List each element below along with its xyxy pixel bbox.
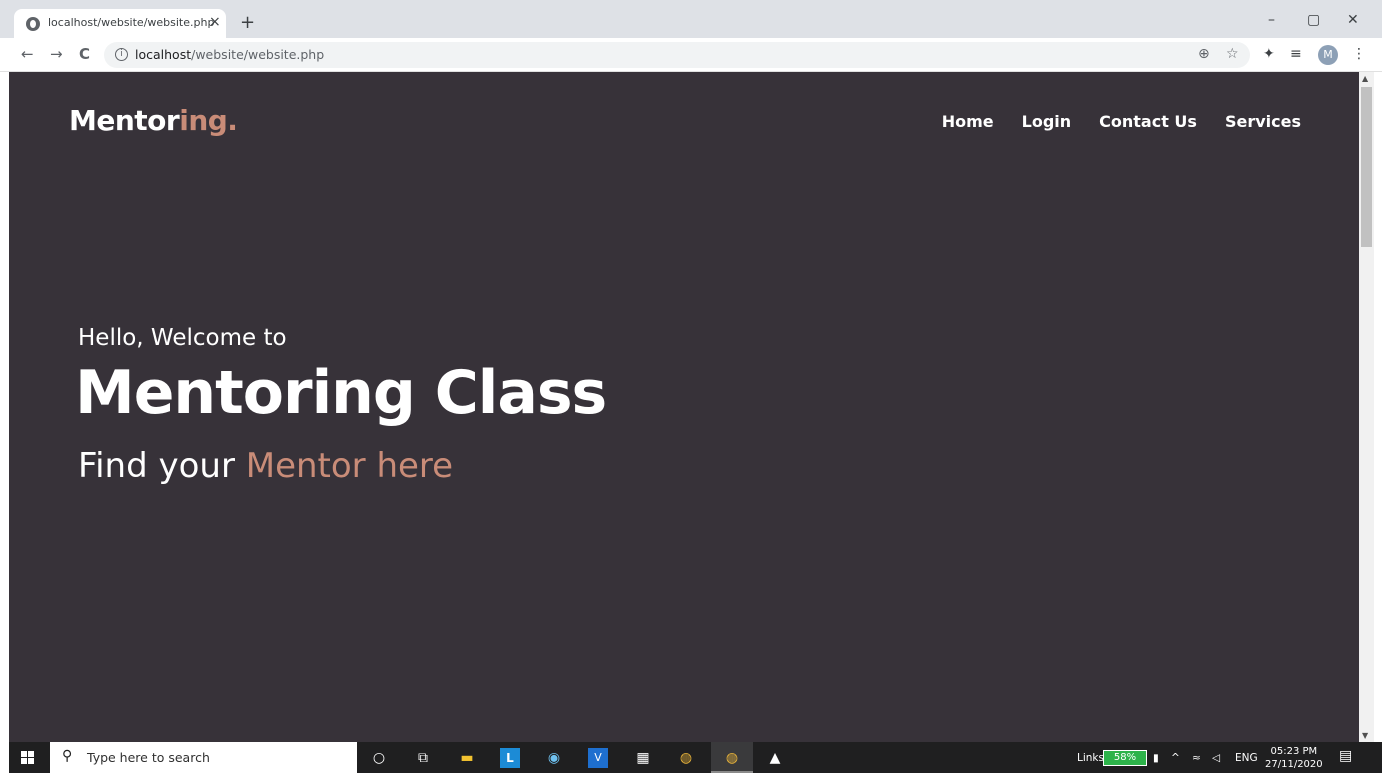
task-view-icon[interactable]: ⧉ xyxy=(413,748,433,768)
power-icon[interactable]: ▮ xyxy=(1153,752,1159,764)
back-button[interactable]: ← xyxy=(21,45,34,63)
cortana-icon[interactable]: ○ xyxy=(369,748,389,768)
scroll-up-arrow[interactable]: ▲ xyxy=(1362,74,1368,83)
hero-subtitle: Hello, Welcome to xyxy=(78,325,287,351)
new-tab-button[interactable]: + xyxy=(240,12,255,33)
calculator-icon[interactable]: ▦ xyxy=(633,748,653,768)
tab-close-button[interactable]: × xyxy=(209,14,221,30)
vs-code-icon[interactable]: V xyxy=(588,748,608,768)
info-icon[interactable]: i xyxy=(115,48,128,61)
taskbar: ⚲ Type here to search ○ ⧉ ▬ L ◉ V ▦ ◍ ◍ … xyxy=(9,742,1382,773)
search-placeholder: Type here to search xyxy=(87,750,210,765)
notification-icon[interactable]: ▤ xyxy=(1339,748,1352,764)
forward-button[interactable]: → xyxy=(50,45,63,63)
browser-chrome: localhost/website/website.php × + – ▢ ✕ … xyxy=(0,0,1382,72)
scroll-down-arrow[interactable]: ▼ xyxy=(1362,731,1368,740)
chrome-active-icon[interactable]: ◍ xyxy=(722,748,742,768)
windows-start-icon[interactable] xyxy=(21,751,35,765)
reload-button[interactable]: C xyxy=(79,45,90,63)
extensions-icon[interactable]: ✦ xyxy=(1263,46,1275,62)
chrome-icon[interactable]: ◍ xyxy=(676,748,696,768)
url-text[interactable]: localhost/website/website.php xyxy=(135,47,324,62)
profile-avatar[interactable]: M xyxy=(1318,45,1338,65)
tray-chevron-icon[interactable]: ^ xyxy=(1171,752,1180,764)
close-window-button[interactable]: ✕ xyxy=(1347,12,1359,28)
volume-icon[interactable]: ◁ xyxy=(1212,752,1220,764)
links-label[interactable]: Links xyxy=(1077,752,1104,764)
clock-date: 27/11/2020 xyxy=(1265,759,1323,770)
menu-icon[interactable]: ⋮ xyxy=(1352,46,1366,62)
zoom-icon[interactable]: ⊕ xyxy=(1198,46,1210,62)
minimize-button[interactable]: – xyxy=(1268,12,1275,28)
page-viewport: Mentoring. Home Login Contact Us Service… xyxy=(9,72,1359,742)
globe-icon xyxy=(26,17,40,31)
app-l-icon[interactable]: L xyxy=(500,748,520,768)
nav-home[interactable]: Home xyxy=(942,112,994,131)
wifi-icon[interactable]: ≈ xyxy=(1192,752,1201,764)
site-nav: Home Login Contact Us Services xyxy=(942,112,1301,131)
nav-login[interactable]: Login xyxy=(1022,112,1072,131)
browser-tab[interactable]: localhost/website/website.php × xyxy=(14,9,226,39)
tab-strip: localhost/website/website.php × + – ▢ ✕ xyxy=(0,0,1382,39)
page-scrollbar[interactable]: ▲ ▼ xyxy=(1359,72,1374,742)
hero-tagline: Find your Mentor here xyxy=(78,446,454,486)
address-bar[interactable]: i localhost/website/website.php ⊕ ☆ xyxy=(104,42,1250,68)
reading-list-icon[interactable]: ≡ xyxy=(1290,46,1302,62)
nav-contact-us[interactable]: Contact Us xyxy=(1099,112,1197,131)
taskbar-search[interactable]: ⚲ Type here to search xyxy=(50,742,357,773)
file-explorer-icon[interactable]: ▬ xyxy=(457,748,477,768)
window-edge xyxy=(1374,72,1382,742)
site-logo[interactable]: Mentoring. xyxy=(69,104,238,137)
photos-icon[interactable]: ▲ xyxy=(765,748,785,768)
edge-icon[interactable]: ◉ xyxy=(544,748,564,768)
bookmark-star-icon[interactable]: ☆ xyxy=(1226,46,1239,62)
search-icon: ⚲ xyxy=(62,748,73,764)
tab-title: localhost/website/website.php xyxy=(48,16,215,29)
clock[interactable]: 05:23 PM 27/11/2020 xyxy=(1265,745,1323,771)
language-indicator[interactable]: ENG xyxy=(1235,752,1258,764)
maximize-button[interactable]: ▢ xyxy=(1307,12,1320,28)
hero-title: Mentoring Class xyxy=(75,358,607,428)
nav-services[interactable]: Services xyxy=(1225,112,1301,131)
scroll-thumb[interactable] xyxy=(1361,87,1372,247)
clock-time: 05:23 PM xyxy=(1270,746,1318,757)
battery-indicator[interactable]: 58% xyxy=(1103,750,1147,766)
browser-toolbar: ← → C i localhost/website/website.php ⊕ … xyxy=(0,38,1382,72)
